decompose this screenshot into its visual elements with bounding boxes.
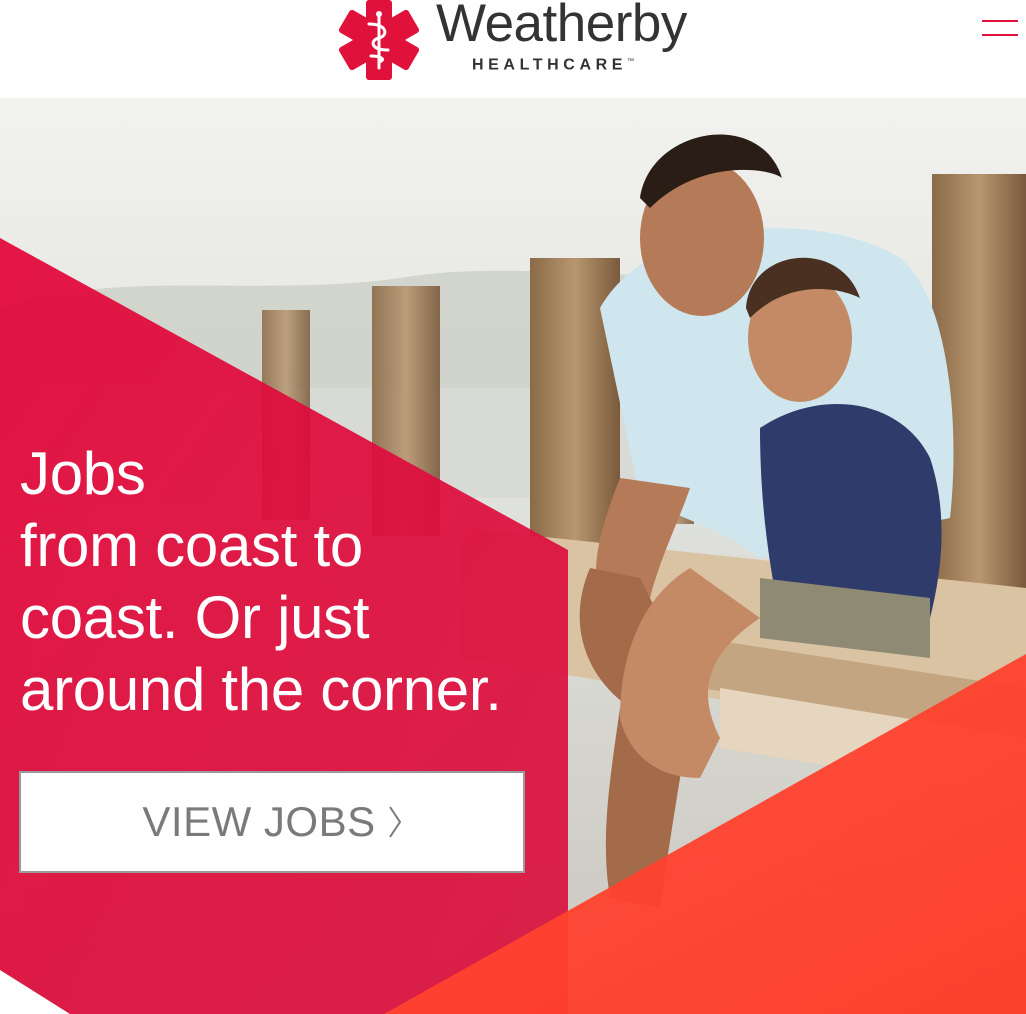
headline-line: Jobs	[20, 440, 146, 507]
caduceus-star-icon	[338, 0, 420, 80]
view-jobs-button[interactable]: VIEW JOBS	[19, 771, 525, 873]
brand-logo[interactable]: Weatherby HEALTHCARE™	[336, 0, 696, 84]
brand-name: Weatherby	[436, 0, 687, 53]
chevron-right-icon	[388, 806, 401, 838]
headline-line: around the corner.	[20, 656, 502, 723]
hero-headline: Jobs from coast to coast. Or just around…	[20, 438, 580, 726]
site-header: Weatherby HEALTHCARE™	[0, 0, 1026, 98]
hamburger-menu-icon[interactable]	[982, 18, 1018, 40]
headline-line: from coast to	[20, 512, 363, 579]
brand-subtitle: HEALTHCARE™	[472, 56, 635, 74]
hero-banner: Jobs from coast to coast. Or just around…	[0, 98, 1026, 1014]
view-jobs-label: VIEW JOBS	[142, 798, 376, 845]
headline-line: coast. Or just	[20, 584, 370, 651]
